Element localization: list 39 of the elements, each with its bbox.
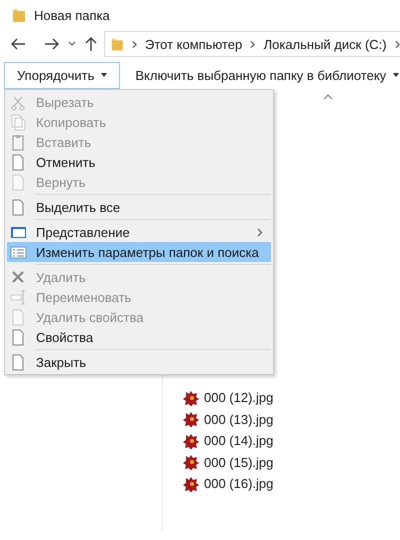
list-icon: [10, 244, 27, 260]
file-name[interactable]: 000 (15).jpg: [204, 454, 274, 470]
dropdown-caret-icon: [101, 73, 108, 77]
toolbar-button[interactable]: Включить выбранную папку в библиотеку: [122, 62, 400, 88]
folder-icon: [12, 7, 26, 23]
back-arrow-icon[interactable]: [10, 37, 26, 51]
image-file-icon[interactable]: [183, 390, 200, 406]
file-name[interactable]: 000 (14).jpg: [204, 433, 274, 448]
address-bar[interactable]: Этот компьютер Локальный диск (C:): [104, 31, 400, 57]
up-arrow-icon[interactable]: [84, 36, 98, 52]
dropdown-caret-icon[interactable]: [68, 41, 76, 47]
file-name[interactable]: 000 (13).jpg: [204, 412, 274, 427]
menu-item[interactable]: Представление: [7, 222, 271, 242]
breadcrumb-segment[interactable]: Этот компьютер: [144, 36, 242, 52]
chevron-icon[interactable]: [132, 40, 137, 48]
sort-caret-icon[interactable]: [323, 94, 333, 100]
forward-arrow-icon[interactable]: [44, 37, 60, 51]
menu-item[interactable]: Закрыть: [7, 352, 271, 372]
dropdown-caret-icon: [393, 73, 400, 77]
copy-icon: [10, 114, 27, 130]
menu-item[interactable]: Изменить параметры папок и поиска: [7, 242, 271, 262]
image-file-icon[interactable]: [183, 432, 200, 449]
submenu-chevron-icon: [257, 228, 263, 236]
cross-icon: [10, 268, 27, 286]
file-name[interactable]: 000 (12).jpg: [204, 390, 274, 406]
file-name[interactable]: 000 (16).jpg: [204, 476, 274, 492]
chevron-icon[interactable]: [394, 40, 400, 48]
toolbar-button[interactable]: Упорядочить: [4, 62, 120, 88]
folder-icon: [111, 36, 124, 52]
menu-item[interactable]: Свойства: [7, 327, 271, 347]
image-file-icon[interactable]: [183, 411, 200, 428]
window-title: Новая папка: [34, 8, 110, 22]
image-file-icon[interactable]: [183, 476, 200, 492]
text-cursor-icon: [10, 288, 27, 306]
breadcrumb-segment[interactable]: Локальный диск (C:): [264, 36, 387, 52]
menu-item[interactable]: Выделить все: [7, 197, 271, 217]
chevron-icon[interactable]: [250, 40, 256, 48]
menu-item[interactable]: Отменить: [7, 152, 271, 172]
image-file-icon[interactable]: [183, 454, 200, 470]
